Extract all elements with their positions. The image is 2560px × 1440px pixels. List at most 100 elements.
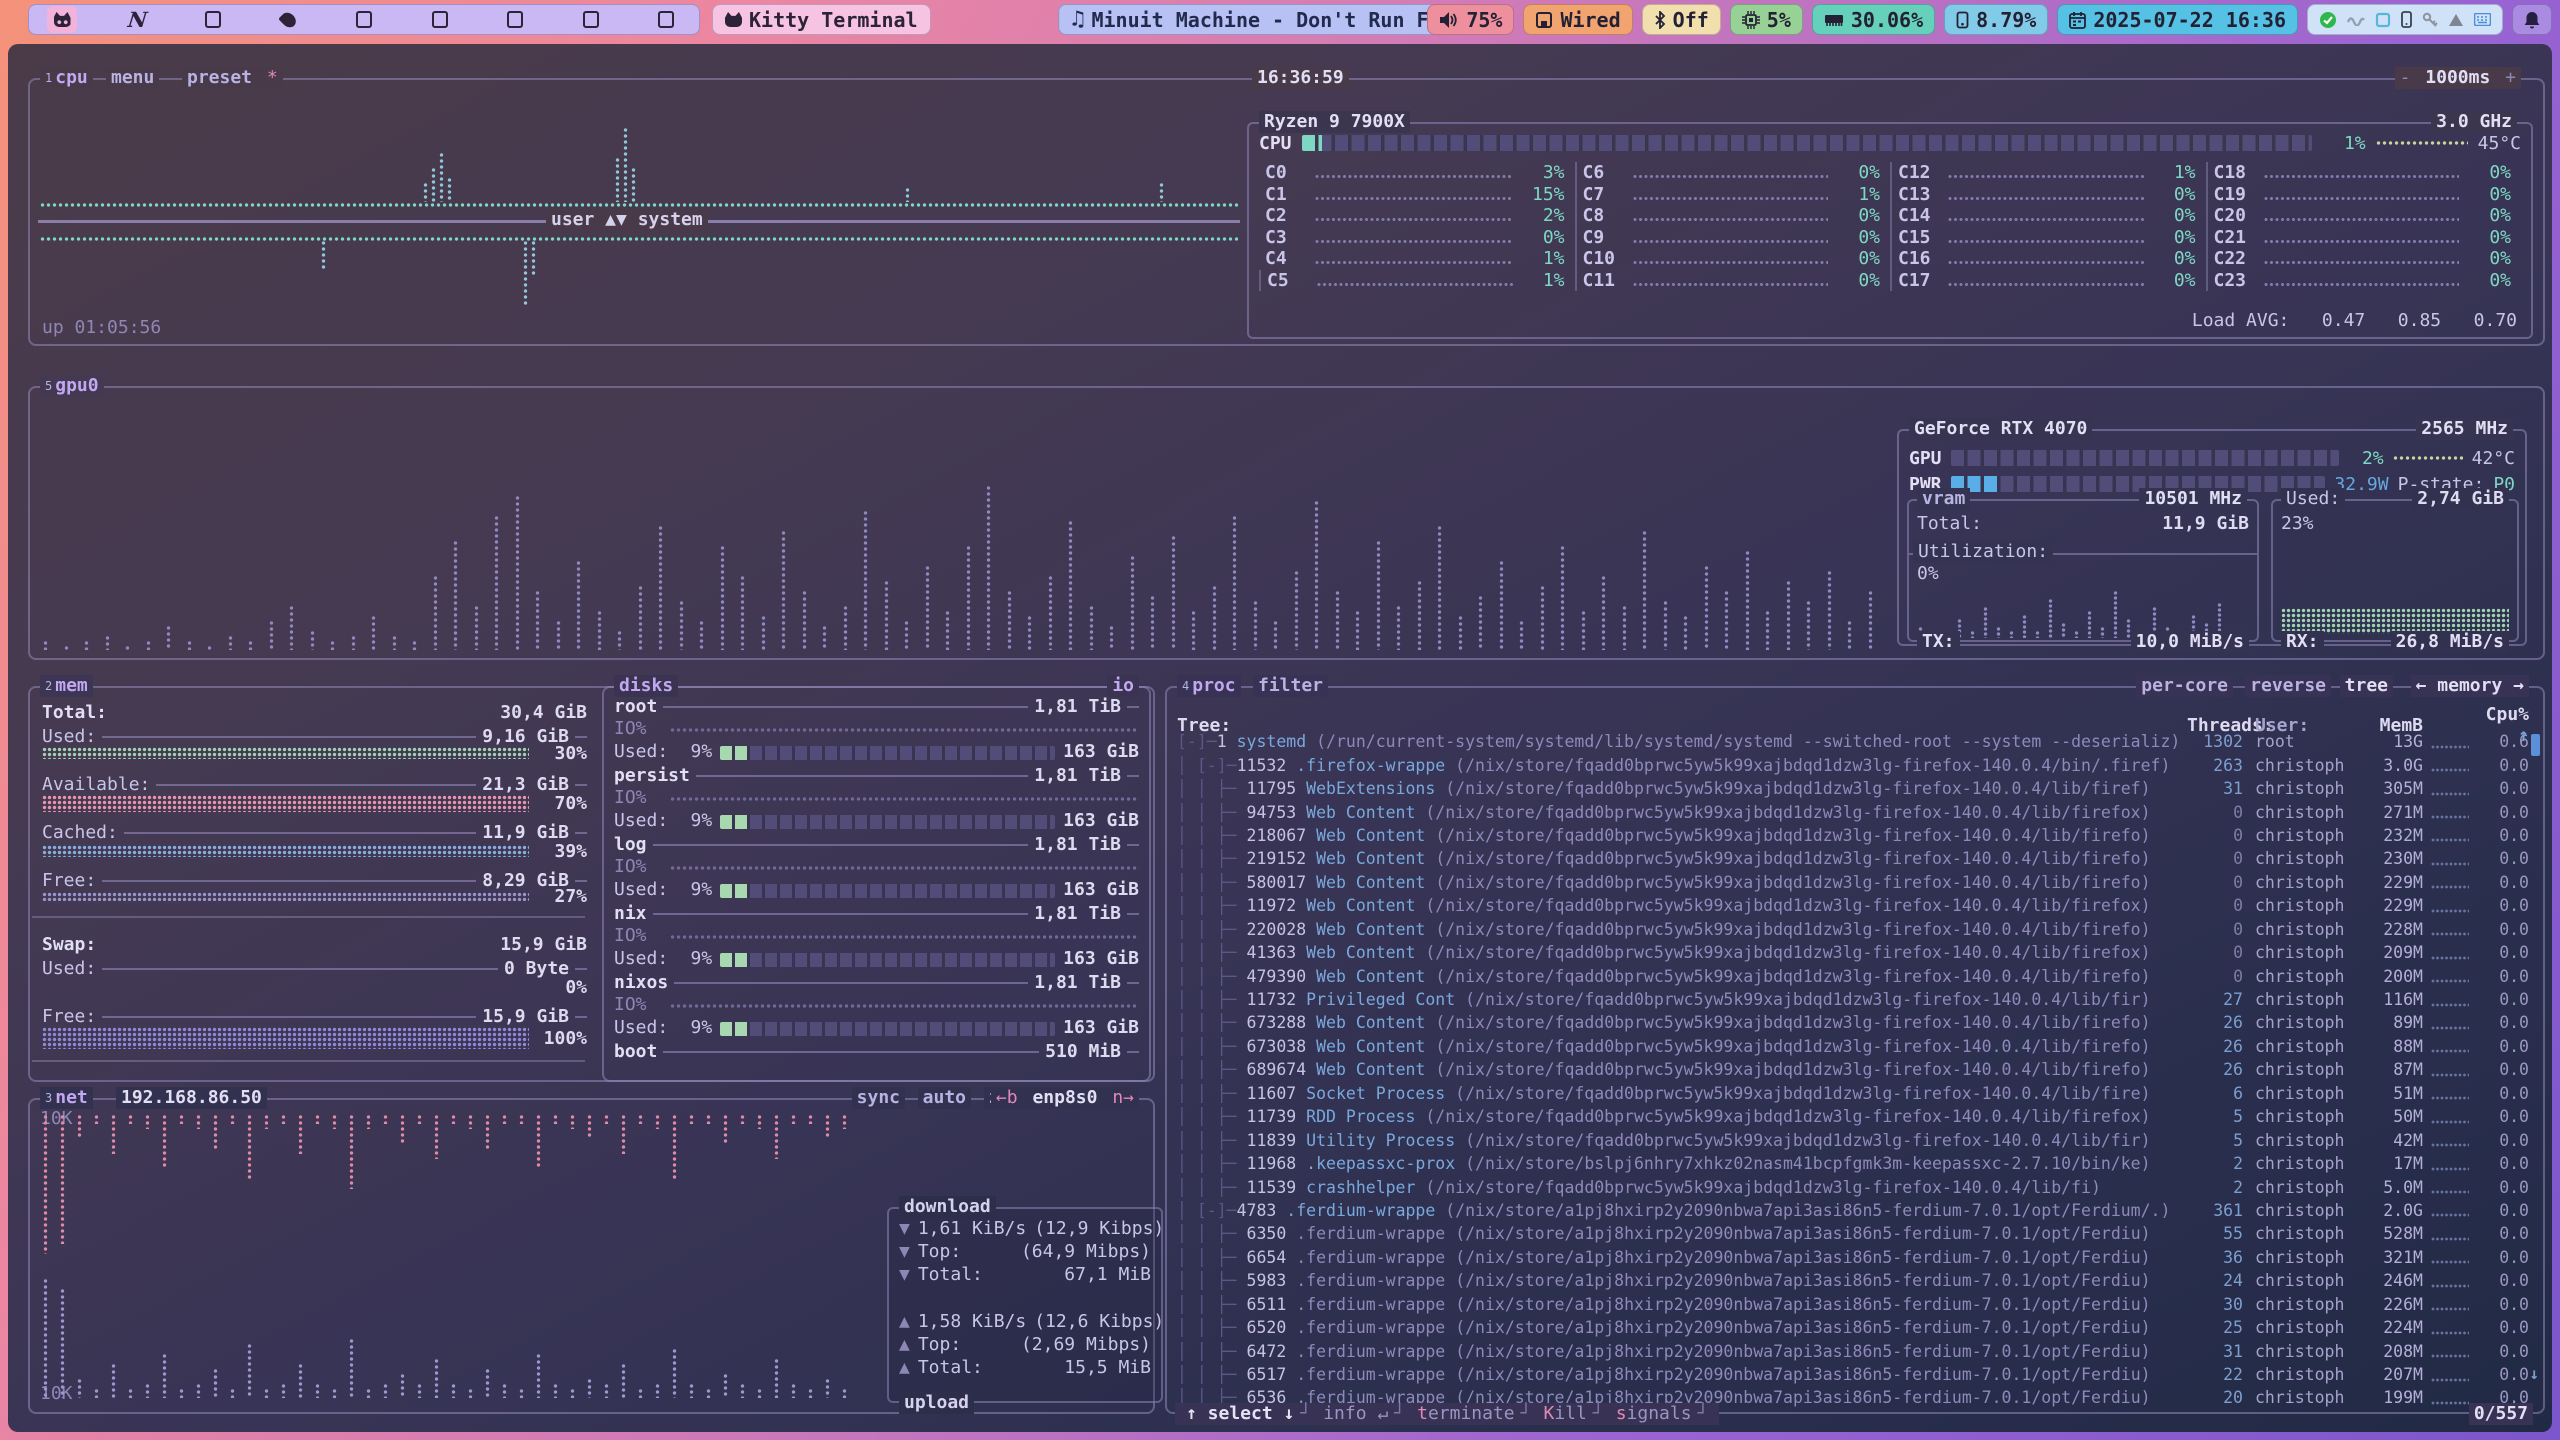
workspace-icon[interactable] xyxy=(198,6,228,33)
process-row[interactable]: │ │ ├─ 6350 .ferdium-wrappe (/nix/store/… xyxy=(1167,1222,2543,1245)
workspace-icon[interactable] xyxy=(500,6,530,33)
workspace-icon[interactable] xyxy=(349,6,379,33)
process-user: christoph xyxy=(2243,990,2359,1009)
download-graph-column xyxy=(569,1114,576,1129)
process-row[interactable]: │ [-]─4783 .ferdium-wrappe (/nix/store/a… xyxy=(1167,1199,2543,1222)
process-row[interactable]: │ │ ├─ 11972 Web Content (/nix/store/fqa… xyxy=(1167,894,2543,917)
network-indicator[interactable]: Wired xyxy=(1523,4,1632,35)
process-threads: 0 xyxy=(2187,967,2243,986)
gpu-graph-column xyxy=(1149,595,1156,650)
proc-selection-position: 0/557 xyxy=(2474,1403,2528,1425)
process-row[interactable]: │ │ ├─ 580017 Web Content (/nix/store/fq… xyxy=(1167,871,2543,894)
net-stats-box: download upload ▼1,61 KiB/s(12,9 Kibps)▼… xyxy=(887,1207,1163,1403)
cpu-graph-label[interactable]: user ▲▼ system xyxy=(546,209,708,231)
disks-title[interactable]: disks xyxy=(619,675,673,697)
network-panel-title[interactable]: 3net xyxy=(40,1087,93,1109)
proc-tree-toggle[interactable]: tree xyxy=(2340,675,2393,697)
process-mem-graph xyxy=(2431,1354,2469,1358)
process-row[interactable]: │ │ ├─ 220028 Web Content (/nix/store/fq… xyxy=(1167,918,2543,941)
core-row: C03% xyxy=(1259,162,1575,184)
workspace-icon[interactable] xyxy=(123,6,153,33)
wave-icon xyxy=(2347,14,2365,26)
core-row: C121% xyxy=(1890,162,2206,184)
download-graph-column xyxy=(467,1114,474,1129)
download-graph-column xyxy=(450,1114,457,1124)
process-row[interactable]: │ │ ├─ 11839 Utility Process (/nix/store… xyxy=(1167,1128,2543,1151)
process-row[interactable]: │ │ ├─ 689674 Web Content (/nix/store/fq… xyxy=(1167,1058,2543,1081)
workspace-icon[interactable] xyxy=(651,6,681,33)
workspace-icon[interactable] xyxy=(47,6,77,33)
process-row[interactable]: [-]─1 systemd (/run/current-system/syste… xyxy=(1167,730,2543,753)
gpu-graph-column xyxy=(1457,615,1464,650)
process-row[interactable]: │ │ ├─ 94753 Web Content (/nix/store/fqa… xyxy=(1167,800,2543,823)
gpu-indicator[interactable]: 8.79% xyxy=(1944,4,2048,35)
proc-filter-button[interactable]: filter xyxy=(1253,675,1328,697)
process-row[interactable]: │ │ ├─ 5983 .ferdium-wrappe (/nix/store/… xyxy=(1167,1269,2543,1292)
notifications-pill[interactable] xyxy=(2512,4,2552,35)
process-row[interactable]: │ │ ├─ 219152 Web Content (/nix/store/fq… xyxy=(1167,847,2543,870)
proc-control-button[interactable]: ↑ select ↓ xyxy=(1180,1403,1317,1425)
proc-controls[interactable]: ↑ select ↓info ↵terminateKillsignals xyxy=(1175,1403,1719,1425)
process-row[interactable]: │ │ ├─ 6654 .ferdium-wrappe (/nix/store/… xyxy=(1167,1246,2543,1269)
disks-io-title[interactable]: io xyxy=(1112,675,1134,697)
process-row[interactable]: │ │ ├─ 11732 Privileged Cont (/nix/store… xyxy=(1167,988,2543,1011)
process-row[interactable]: │ │ ├─ 11607 Socket Process (/nix/store/… xyxy=(1167,1082,2543,1105)
proc-panel-title[interactable]: 4proc xyxy=(1177,675,1241,697)
gpu-panel-title[interactable]: 5gpu0 xyxy=(40,375,104,397)
process-row[interactable]: │ │ ├─ 11795 WebExtensions (/nix/store/f… xyxy=(1167,777,2543,800)
memory-panel-title[interactable]: 2mem xyxy=(40,675,93,697)
proc-control-button[interactable]: signals xyxy=(1610,1403,1715,1425)
workspace-icon[interactable] xyxy=(425,6,455,33)
window-title-pill[interactable]: Kitty Terminal xyxy=(712,4,931,35)
update-interval[interactable]: - 1000ms + xyxy=(2395,67,2521,89)
process-row[interactable]: │ │ ├─ 41363 Web Content (/nix/store/fqa… xyxy=(1167,941,2543,964)
phone-icon xyxy=(2401,11,2412,28)
workspace-icon[interactable] xyxy=(576,6,606,33)
process-memory: 224M xyxy=(2359,1318,2423,1337)
swap-free-label: Free: xyxy=(42,1006,96,1028)
net-sync-toggle[interactable]: sync xyxy=(852,1087,905,1109)
proc-control-button[interactable]: Kill xyxy=(1537,1403,1609,1425)
proc-control-button[interactable]: terminate xyxy=(1411,1403,1537,1425)
process-row[interactable]: │ │ ├─ 6511 .ferdium-wrappe (/nix/store/… xyxy=(1167,1293,2543,1316)
disk-name: persist xyxy=(614,765,690,787)
process-row[interactable]: │ │ ├─ 11739 RDD Process (/nix/store/fqa… xyxy=(1167,1105,2543,1128)
workspace-switcher[interactable] xyxy=(28,4,700,35)
proc-control-button[interactable]: info ↵ xyxy=(1317,1403,1411,1425)
memory-indicator[interactable]: 30.06% xyxy=(1812,4,1935,35)
volume-indicator[interactable]: 75% xyxy=(1427,4,1514,35)
process-row[interactable]: │ │ ├─ 218067 Web Content (/nix/store/fq… xyxy=(1167,824,2543,847)
cpu-panel-title[interactable]: 1cpu xyxy=(40,67,93,89)
system-tray[interactable] xyxy=(2307,4,2503,35)
proc-sort-switcher[interactable]: ← memory → xyxy=(2411,675,2529,697)
proc-scrollbar[interactable] xyxy=(2531,734,2540,756)
net-interface-switcher[interactable]: ←b enp8s0 n→ xyxy=(991,1087,1139,1109)
process-row[interactable]: │ │ ├─ 6472 .ferdium-wrappe (/nix/store/… xyxy=(1167,1339,2543,1362)
process-row[interactable]: │ │ ├─ 6517 .ferdium-wrappe (/nix/store/… xyxy=(1167,1363,2543,1386)
net-auto-toggle[interactable]: auto xyxy=(918,1087,971,1109)
process-row[interactable]: │ │ ├─ 6520 .ferdium-wrappe (/nix/store/… xyxy=(1167,1316,2543,1339)
gpu-graph-column xyxy=(165,625,172,650)
core-graph xyxy=(1315,217,1513,222)
preset-button[interactable]: preset * xyxy=(182,67,283,89)
menu-button[interactable]: menu xyxy=(106,67,159,89)
disk-used-row: Used:9%163 GiB xyxy=(604,879,1149,902)
workspace-icon[interactable] xyxy=(274,6,304,33)
process-row[interactable]: │ │ ├─ 673038 Web Content (/nix/store/fq… xyxy=(1167,1035,2543,1058)
upload-graph-column xyxy=(688,1383,695,1398)
bluetooth-indicator[interactable]: Off xyxy=(1642,4,1721,35)
process-row[interactable]: │ │ ├─ 479390 Web Content (/nix/store/fq… xyxy=(1167,964,2543,987)
cpu-indicator[interactable]: 5% xyxy=(1730,4,1803,35)
process-row[interactable]: │ │ ├─ 673288 Web Content (/nix/store/fq… xyxy=(1167,1011,2543,1034)
process-row[interactable]: │ [-]─11532 .firefox-wrappe (/nix/store/… xyxy=(1167,753,2543,776)
process-row[interactable]: │ │ ├─ 11968 .keepassxc-prox (/nix/store… xyxy=(1167,1152,2543,1175)
process-command: (/nix/store/fqadd0bprwc5yw5k99xajbdqd1dz… xyxy=(1425,896,2150,915)
process-row[interactable]: │ │ ├─ 11539 crashhelper (/nix/store/fqa… xyxy=(1167,1175,2543,1198)
scroll-down-icon[interactable]: ↓ xyxy=(2529,1364,2539,1383)
download-graph-column xyxy=(603,1114,610,1124)
gpu-graph-column xyxy=(124,645,131,650)
disk-size: 1,81 TiB xyxy=(1034,903,1121,925)
proc-reverse-toggle[interactable]: reverse xyxy=(2245,675,2331,697)
proc-percore-toggle[interactable]: per-core xyxy=(2136,675,2233,697)
clock-indicator[interactable]: 2025-07-22 16:36 xyxy=(2057,4,2298,35)
